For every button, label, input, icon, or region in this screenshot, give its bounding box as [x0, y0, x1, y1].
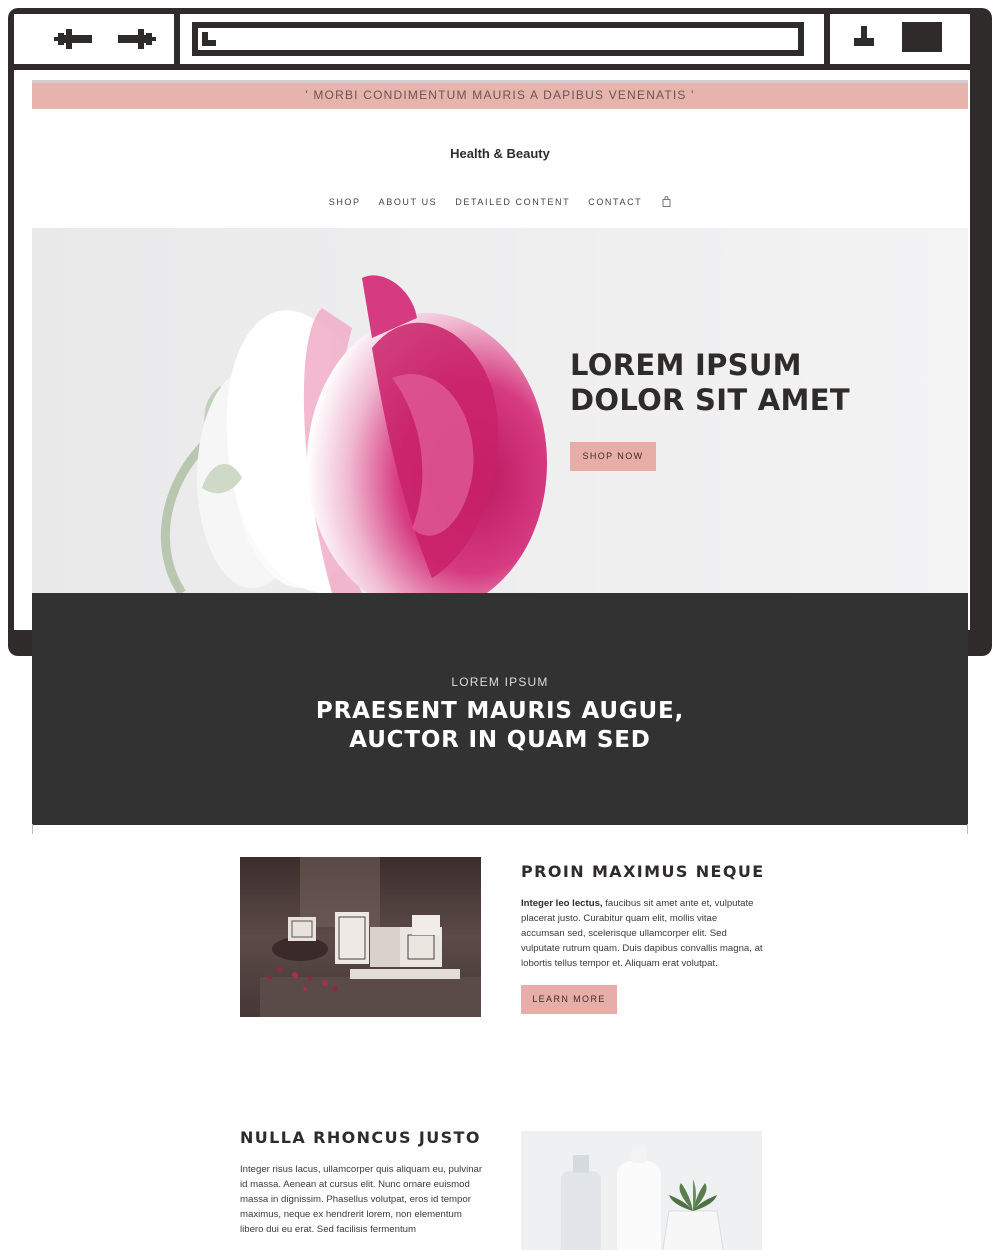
page-edge-left — [32, 824, 33, 834]
page-edge-right — [967, 824, 968, 834]
hero-title-line1: LOREM IPSUM — [570, 348, 802, 382]
promo-title-line1: PRAESENT MAURIS AUGUE, — [315, 698, 685, 724]
site-logo[interactable]: Health & Beauty — [32, 146, 968, 161]
promo-banner: LOREM IPSUM PRAESENT MAURIS AUGUE, AUCTO… — [32, 593, 968, 825]
feature2-title: NULLA RHONCUS JUSTO — [240, 1128, 481, 1147]
shop-now-button[interactable]: SHOP NOW — [570, 442, 656, 471]
maximize-icon[interactable] — [902, 22, 942, 52]
announcement-bar: ' MORBI CONDIMENTUM MAURIS A DAPIBUS VEN… — [32, 80, 968, 109]
promo-title: PRAESENT MAURIS AUGUE, AUCTOR IN QUAM SE… — [32, 697, 968, 755]
feature2-body: Integer risus lacus, ullamcorper quis al… — [240, 1164, 483, 1235]
arrow-left-icon[interactable] — [52, 28, 94, 50]
promo-kicker: LOREM IPSUM — [451, 675, 549, 689]
shopping-bag-icon[interactable] — [662, 196, 671, 207]
page-icon — [202, 32, 216, 46]
feature1-title: PROIN MAXIMUS NEQUE — [521, 862, 765, 881]
hero-flower-image — [160, 275, 547, 593]
soap-products-image — [240, 857, 481, 1017]
feature1-lead: Integer leo lectus, — [521, 898, 603, 909]
main-nav: SHOP ABOUT US DETAILED CONTENT CONTACT — [32, 196, 968, 207]
promo-title-line2: AUCTOR IN QUAM SED — [349, 727, 651, 753]
learn-more-button[interactable]: LEARN MORE — [521, 985, 617, 1014]
nav-item-about-us[interactable]: ABOUT US — [379, 197, 438, 207]
address-bar[interactable] — [192, 22, 804, 56]
web-page: ' MORBI CONDIMENTUM MAURIS A DAPIBUS VEN… — [32, 80, 968, 1250]
bottles-plant-image — [521, 1131, 762, 1250]
hero-banner: LOREM IPSUM DOLOR SIT AMET SHOP NOW — [32, 228, 968, 593]
arrow-right-icon[interactable] — [116, 28, 158, 50]
hero-title: LOREM IPSUM DOLOR SIT AMET — [570, 348, 950, 418]
nav-item-contact[interactable]: CONTACT — [588, 197, 642, 207]
window-controls — [824, 14, 970, 64]
minimize-icon[interactable] — [852, 24, 876, 48]
hero-title-line2: DOLOR SIT AMET — [570, 383, 850, 417]
browser-nav-buttons — [14, 14, 180, 64]
nav-item-detailed-content[interactable]: DETAILED CONTENT — [455, 197, 570, 207]
browser-toolbar — [14, 14, 970, 64]
feature1-body: Integer leo lectus, faucibus sit amet an… — [521, 896, 763, 971]
nav-item-shop[interactable]: SHOP — [329, 197, 361, 207]
